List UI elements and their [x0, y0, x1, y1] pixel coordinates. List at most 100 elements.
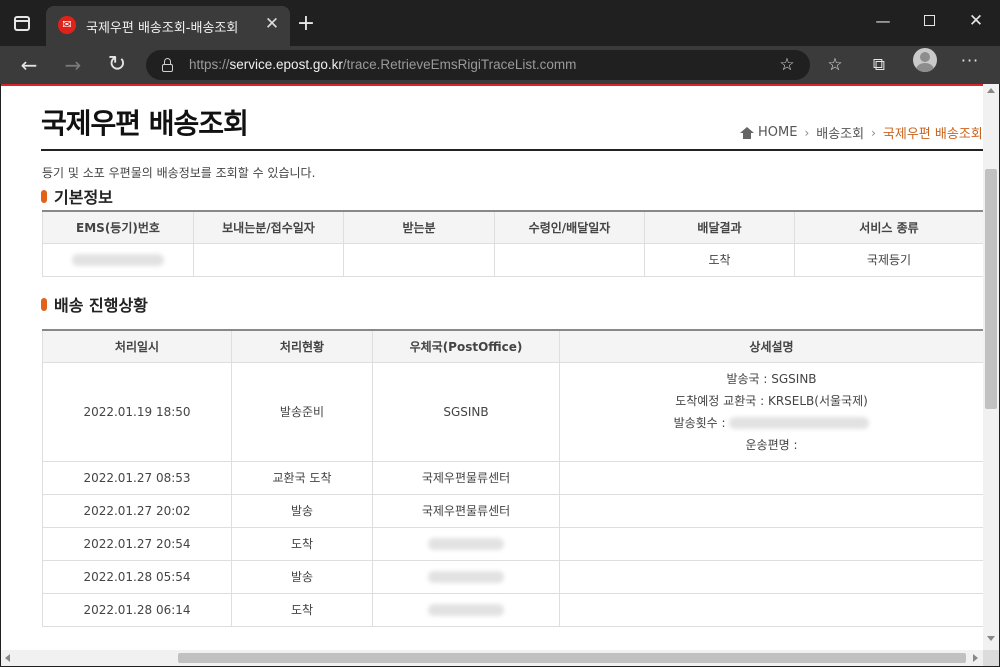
forward-arrow-icon[interactable]: →	[59, 51, 87, 79]
ems-number-cell	[42, 242, 194, 277]
datetime-cell: 2022.01.28 06:14	[42, 592, 232, 627]
active-tab[interactable]: ✉ 국제우편 배송조회-배송조회 ✕	[46, 6, 290, 46]
close-window-icon[interactable]: ✕	[962, 10, 990, 32]
collections-icon[interactable]: ⧉	[867, 54, 891, 76]
detail-cell	[559, 493, 984, 528]
receiver-date-cell	[494, 242, 645, 277]
new-tab-icon[interactable]: +	[294, 13, 318, 35]
office-cell[interactable]	[372, 526, 560, 561]
epost-favicon-icon: ✉	[58, 16, 76, 34]
status-cell: 도착	[231, 592, 373, 627]
redacted-office-link[interactable]	[428, 571, 504, 583]
vertical-scrollbar[interactable]	[983, 84, 999, 650]
detail-destination-exchange: 도착예정 교환국 : KRSELB(서울국제)	[675, 393, 868, 408]
title-divider	[41, 149, 983, 151]
maximize-icon[interactable]	[915, 10, 943, 32]
table-header-row: EMS(등기)번호 보내는분/접수일자 받는분 수령인/배달일자 배달결과 서비…	[42, 210, 984, 244]
basic-info-heading: 기본정보	[41, 184, 113, 208]
horizontal-scroll-thumb[interactable]	[178, 653, 966, 663]
detail-cell	[559, 559, 984, 594]
scroll-right-icon[interactable]	[973, 654, 978, 662]
home-icon	[740, 126, 754, 139]
vertical-scroll-thumb[interactable]	[985, 169, 997, 409]
redacted-dispatch-count	[729, 417, 870, 429]
detail-dispatch-count: 발송횟수 :	[560, 412, 983, 434]
breadcrumb: HOME › 배송조회 › 국제우편 배송조회	[740, 123, 983, 142]
redacted-tracking-number	[72, 254, 164, 266]
detail-cell	[559, 592, 984, 627]
scroll-down-icon[interactable]	[987, 636, 995, 641]
office-cell: 국제우편물류센터	[372, 493, 560, 528]
breadcrumb-current[interactable]: 국제우편 배송조회	[883, 123, 983, 142]
url-text[interactable]: https://service.epost.go.kr/trace.Retrie…	[189, 57, 576, 72]
col-receiver-delivery-date: 수령인/배달일자	[494, 210, 645, 244]
datetime-cell: 2022.01.27 20:02	[42, 493, 232, 528]
table-row: 2022.01.27 20:02 발송 국제우편물류센터	[42, 493, 984, 528]
status-cell: 교환국 도착	[231, 460, 373, 495]
service-type-cell: 국제등기	[794, 242, 984, 277]
redacted-office-link[interactable]	[428, 604, 504, 616]
address-bar[interactable]: https://service.epost.go.kr/trace.Retrie…	[146, 50, 810, 80]
office-cell[interactable]	[372, 559, 560, 594]
col-sender-date: 보내는분/접수일자	[193, 210, 344, 244]
section-bullet-icon	[41, 189, 47, 203]
delivery-result-cell: 도착	[644, 242, 795, 277]
scroll-left-icon[interactable]	[5, 654, 10, 662]
tab-actions-icon[interactable]	[13, 14, 33, 34]
table-row: 2022.01.28 06:14 도착	[42, 592, 984, 627]
col-status: 처리현황	[231, 329, 373, 363]
col-post-office: 우체국(PostOffice)	[372, 329, 560, 363]
horizontal-scrollbar[interactable]	[1, 650, 983, 666]
profile-avatar[interactable]	[913, 48, 937, 72]
sender-date-cell	[193, 242, 344, 277]
office-cell[interactable]	[372, 592, 560, 627]
status-cell: 도착	[231, 526, 373, 561]
page-description: 등기 및 소포 우편물의 배송정보를 조회할 수 있습니다.	[42, 166, 316, 180]
redacted-office-link[interactable]	[428, 538, 504, 550]
back-arrow-icon[interactable]: ←	[15, 51, 43, 79]
chevron-right-icon: ›	[871, 125, 876, 140]
chevron-right-icon: ›	[804, 125, 810, 140]
office-cell: 국제우편물류센터	[372, 460, 560, 495]
lock-icon[interactable]	[162, 58, 173, 72]
favorites-icon[interactable]: ☆	[823, 54, 847, 76]
tab-bar: ✉ 국제우편 배송조회-배송조회 ✕ + — ✕	[0, 0, 1000, 46]
scroll-up-icon[interactable]	[987, 88, 995, 93]
add-favorite-icon[interactable]: ☆	[776, 54, 798, 76]
progress-title: 배송 진행상황	[54, 296, 148, 315]
col-recipient: 받는분	[343, 210, 495, 244]
more-menu-icon[interactable]: ···	[958, 46, 982, 82]
breadcrumb-home[interactable]: HOME	[758, 125, 797, 140]
status-cell: 발송	[231, 493, 373, 528]
status-cell: 발송	[231, 559, 373, 594]
detail-cell	[559, 460, 984, 495]
table-row: 도착 국제등기	[42, 242, 984, 277]
refresh-icon[interactable]: ↻	[103, 51, 131, 79]
col-ems-number: EMS(등기)번호	[42, 210, 194, 244]
detail-cell	[559, 526, 984, 561]
tab-close-icon[interactable]: ✕	[262, 14, 282, 34]
office-cell: SGSINB	[372, 361, 560, 462]
scrollbar-corner	[983, 650, 999, 666]
datetime-cell: 2022.01.28 05:54	[42, 559, 232, 594]
recipient-cell	[343, 242, 495, 277]
table-header-row: 처리일시 처리현황 우체국(PostOffice) 상세설명	[42, 329, 984, 363]
table-row: 2022.01.27 20:54 도착	[42, 526, 984, 561]
detail-cell: 발송국 : SGSINB 도착예정 교환국 : KRSELB(서울국제) 발송횟…	[559, 361, 984, 462]
section-bullet-icon	[41, 297, 47, 311]
basic-info-table: EMS(등기)번호 보내는분/접수일자 받는분 수령인/배달일자 배달결과 서비…	[42, 210, 984, 277]
col-service-type: 서비스 종류	[794, 210, 984, 244]
minimize-icon[interactable]: —	[869, 10, 897, 32]
col-delivery-result: 배달결과	[644, 210, 795, 244]
page-viewport: 국제우편 배송조회 HOME › 배송조회 › 국제우편 배송조회 등기 및 소…	[1, 84, 999, 666]
table-row: 2022.01.19 18:50 발송준비 SGSINB 발송국 : SGSIN…	[42, 361, 984, 462]
progress-heading: 배송 진행상황	[41, 292, 148, 316]
page-title: 국제우편 배송조회	[41, 107, 249, 140]
datetime-cell: 2022.01.27 08:53	[42, 460, 232, 495]
table-row: 2022.01.28 05:54 발송	[42, 559, 984, 594]
breadcrumb-tracking[interactable]: 배송조회	[816, 123, 864, 142]
detail-origin: 발송국 : SGSINB	[726, 371, 817, 386]
col-detail: 상세설명	[559, 329, 984, 363]
status-cell: 발송준비	[231, 361, 373, 462]
datetime-cell: 2022.01.27 20:54	[42, 526, 232, 561]
